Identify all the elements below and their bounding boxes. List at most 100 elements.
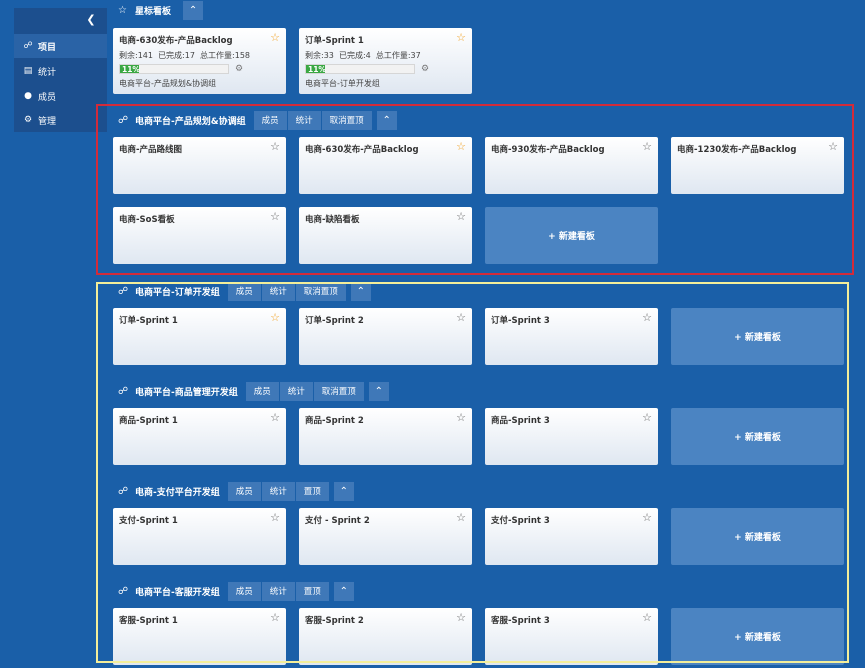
chevron-left-icon[interactable]: ❮: [85, 14, 97, 26]
stats-button[interactable]: 统计: [261, 581, 296, 601]
board-card[interactable]: 订单-Sprint 3 ☆: [485, 308, 658, 365]
gear-icon[interactable]: ⚙: [421, 64, 429, 74]
group-icon: ☍: [118, 485, 129, 497]
board-title: 客服-Sprint 1: [119, 616, 178, 626]
users-icon: ●: [24, 91, 32, 101]
members-button[interactable]: 成员: [227, 581, 262, 601]
pin-button[interactable]: 取消置顶: [321, 110, 373, 130]
star-icon[interactable]: ☆: [270, 32, 280, 44]
progress-fill: 11%: [306, 65, 326, 74]
board-card[interactable]: 客服-Sprint 2 ☆: [299, 608, 472, 665]
star-icon: ☆: [118, 4, 127, 16]
group-icon: ☍: [118, 114, 129, 126]
board-card[interactable]: 支付-Sprint 1 ☆: [113, 508, 286, 565]
board-card[interactable]: 支付 - Sprint 2 ☆: [299, 508, 472, 565]
star-icon[interactable]: ☆: [828, 141, 838, 153]
members-button[interactable]: 成员: [245, 381, 280, 401]
pin-button[interactable]: 取消置顶: [295, 281, 347, 301]
bar-chart-icon: ▤: [23, 66, 33, 76]
new-board-button[interactable]: + 新建看板: [671, 508, 844, 565]
board-card[interactable]: 电商-630发布-产品Backlog ☆: [299, 137, 472, 194]
board-title: 电商-930发布-产品Backlog: [491, 145, 605, 155]
collapse-button[interactable]: ⌃: [376, 110, 397, 130]
group-header: ☍ 电商平台-客服开发组 成员 统计 置顶 ⌃: [118, 581, 354, 601]
board-title: 订单-Sprint 1: [119, 316, 178, 326]
members-button[interactable]: 成员: [253, 110, 288, 130]
star-icon[interactable]: ☆: [642, 612, 652, 624]
collapse-button[interactable]: ⌃: [183, 0, 204, 20]
group-header: ☍ 电商平台-商品管理开发组 成员 统计 取消置顶 ⌃: [118, 381, 389, 401]
collapse-button[interactable]: ⌃: [333, 481, 354, 501]
board-title: 支付-Sprint 3: [491, 516, 550, 526]
new-board-button[interactable]: + 新建看板: [671, 308, 844, 365]
board-title: 支付 - Sprint 2: [305, 516, 370, 526]
pin-button[interactable]: 置顶: [295, 581, 330, 601]
board-title: 电商-SoS看板: [119, 215, 175, 225]
group-icon: ☍: [118, 385, 129, 397]
board-card[interactable]: 电商-930发布-产品Backlog ☆: [485, 137, 658, 194]
star-icon[interactable]: ☆: [456, 512, 466, 524]
star-icon[interactable]: ☆: [270, 512, 280, 524]
star-icon[interactable]: ☆: [456, 312, 466, 324]
sidebar-item-projects[interactable]: ☍ 项目: [14, 34, 107, 58]
board-card[interactable]: 客服-Sprint 3 ☆: [485, 608, 658, 665]
collapse-button[interactable]: ⌃: [350, 281, 371, 301]
sidebar-item-members[interactable]: ● 成员: [14, 84, 107, 108]
group-title: 电商平台-商品管理开发组: [135, 387, 238, 398]
star-icon[interactable]: ☆: [456, 211, 466, 223]
members-button[interactable]: 成员: [227, 281, 262, 301]
board-title: 客服-Sprint 3: [491, 616, 550, 626]
group-header: ☍ 电商平台-订单开发组 成员 统计 取消置顶 ⌃: [118, 281, 371, 301]
star-icon[interactable]: ☆: [456, 141, 466, 153]
star-icon[interactable]: ☆: [270, 141, 280, 153]
new-board-button[interactable]: + 新建看板: [671, 608, 844, 665]
star-icon[interactable]: ☆: [270, 312, 280, 324]
group-title: 电商平台-产品规划&协调组: [135, 116, 246, 127]
starred-board-card[interactable]: 订单-Sprint 1 ☆ 剩余:33 已完成:4 总工作量:37 11% ⚙ …: [299, 28, 472, 94]
star-icon[interactable]: ☆: [642, 412, 652, 424]
board-card[interactable]: 商品-Sprint 1 ☆: [113, 408, 286, 465]
stats-button[interactable]: 统计: [261, 481, 296, 501]
board-card[interactable]: 商品-Sprint 3 ☆: [485, 408, 658, 465]
stats-button[interactable]: 统计: [287, 110, 322, 130]
board-card[interactable]: 订单-Sprint 2 ☆: [299, 308, 472, 365]
collapse-button[interactable]: ⌃: [368, 381, 389, 401]
sidebar: ❮ ☍ 项目 ▤ 统计 ● 成员 ⚙ 管理: [14, 8, 107, 132]
board-card[interactable]: 客服-Sprint 1 ☆: [113, 608, 286, 665]
new-board-button[interactable]: + 新建看板: [485, 207, 658, 264]
sidebar-item-admin[interactable]: ⚙ 管理: [14, 108, 107, 132]
members-button[interactable]: 成员: [227, 481, 262, 501]
board-card[interactable]: 电商-缺陷看板 ☆: [299, 207, 472, 264]
board-card[interactable]: 支付-Sprint 3 ☆: [485, 508, 658, 565]
star-icon[interactable]: ☆: [642, 141, 652, 153]
star-icon[interactable]: ☆: [270, 412, 280, 424]
star-icon[interactable]: ☆: [456, 612, 466, 624]
board-stats: 剩余:33 已完成:4 总工作量:37: [305, 51, 421, 60]
star-icon[interactable]: ☆: [270, 211, 280, 223]
section-title: 星标看板: [135, 6, 172, 17]
collapse-button[interactable]: ⌃: [333, 581, 354, 601]
stats-button[interactable]: 统计: [279, 381, 314, 401]
stats-button[interactable]: 统计: [261, 281, 296, 301]
board-title: 商品-Sprint 1: [119, 416, 178, 426]
pin-button[interactable]: 置顶: [295, 481, 330, 501]
board-card[interactable]: 订单-Sprint 1 ☆: [113, 308, 286, 365]
gear-icon: ⚙: [23, 115, 33, 125]
board-card[interactable]: 电商-1230发布-产品Backlog ☆: [671, 137, 844, 194]
board-card[interactable]: 电商-产品路线图 ☆: [113, 137, 286, 194]
new-board-button[interactable]: + 新建看板: [671, 408, 844, 465]
starred-board-card[interactable]: 电商-630发布-产品Backlog ☆ 剩余:141 已完成:17 总工作量:…: [113, 28, 286, 94]
star-icon[interactable]: ☆: [270, 612, 280, 624]
star-icon[interactable]: ☆: [642, 312, 652, 324]
sidebar-item-stats[interactable]: ▤ 统计: [14, 59, 107, 83]
board-card[interactable]: 商品-Sprint 2 ☆: [299, 408, 472, 465]
pin-button[interactable]: 取消置顶: [313, 381, 365, 401]
star-icon[interactable]: ☆: [642, 512, 652, 524]
gear-icon[interactable]: ⚙: [235, 64, 243, 74]
star-icon[interactable]: ☆: [456, 412, 466, 424]
board-card[interactable]: 电商-SoS看板 ☆: [113, 207, 286, 264]
board-stats: 剩余:141 已完成:17 总工作量:158: [119, 51, 250, 60]
group-icon: ☍: [118, 585, 129, 597]
group-header: ☍ 电商-支付平台开发组 成员 统计 置顶 ⌃: [118, 481, 354, 501]
star-icon[interactable]: ☆: [456, 32, 466, 44]
